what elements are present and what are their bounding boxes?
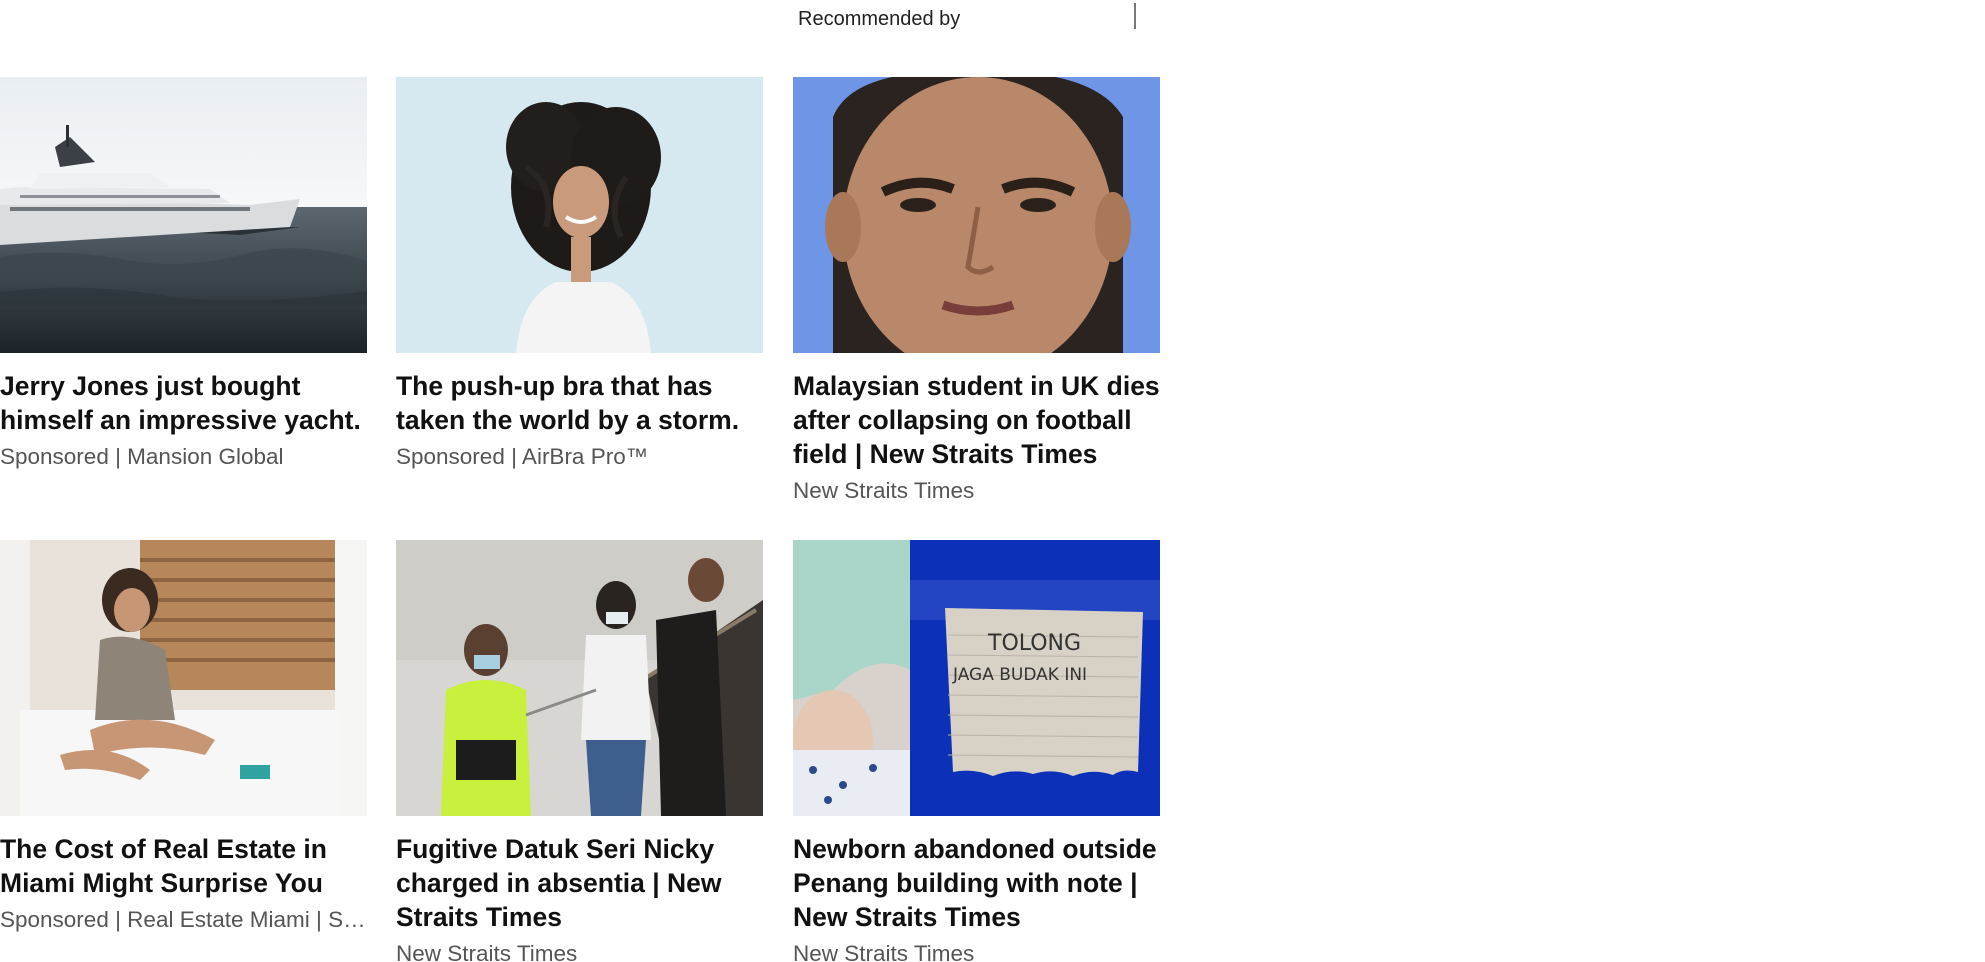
woman-on-bed-photo[interactable] bbox=[0, 540, 367, 816]
card-source: New Straits Times bbox=[396, 941, 578, 962]
card-headline[interactable]: Fugitive Datuk Seri Nicky charged in abs… bbox=[396, 832, 763, 934]
recommendation-card-fugitive[interactable]: Fugitive Datuk Seri Nicky charged in abs… bbox=[396, 540, 763, 962]
header-divider bbox=[1134, 3, 1136, 29]
police-escort-photo[interactable] bbox=[396, 540, 763, 816]
recommendation-card-newborn[interactable]: TOLONG JAGA BUDAK INI Newborn abandoned … bbox=[793, 540, 1160, 962]
recommendation-card-bra[interactable]: The push-up bra that has taken the world… bbox=[396, 77, 763, 472]
man-portrait-photo[interactable] bbox=[793, 77, 1160, 353]
recommended-by-label: Recommended by bbox=[798, 8, 961, 30]
woman-curly-hair-photo[interactable] bbox=[396, 77, 763, 353]
recommendation-card-yacht[interactable]: Jerry Jones just bought himself an impre… bbox=[0, 77, 367, 472]
baby-and-note-photo[interactable]: TOLONG JAGA BUDAK INI bbox=[793, 540, 1160, 816]
card-headline[interactable]: The Cost of Real Estate in Miami Might S… bbox=[0, 832, 367, 900]
card-source: New Straits Times bbox=[793, 478, 975, 503]
recommendation-card-real-estate[interactable]: The Cost of Real Estate in Miami Might S… bbox=[0, 540, 367, 935]
card-headline[interactable]: The push-up bra that has taken the world… bbox=[396, 369, 763, 437]
card-headline[interactable]: Newborn abandoned outside Penang buildin… bbox=[793, 832, 1160, 934]
card-headline[interactable]: Jerry Jones just bought himself an impre… bbox=[0, 369, 367, 437]
recommendation-card-student[interactable]: Malaysian student in UK dies after colla… bbox=[793, 77, 1160, 506]
card-source: Sponsored | Mansion Global bbox=[0, 444, 284, 469]
card-source: New Straits Times bbox=[793, 941, 975, 962]
note-text-line2: JAGA BUDAK INI bbox=[952, 665, 1087, 685]
note-text-line1: TOLONG bbox=[987, 631, 1081, 656]
card-source: Sponsored | Real Estate Miami | Search A… bbox=[0, 907, 367, 932]
card-headline[interactable]: Malaysian student in UK dies after colla… bbox=[793, 369, 1160, 471]
card-source: Sponsored | AirBra Pro™ bbox=[396, 444, 649, 469]
yacht-photo[interactable] bbox=[0, 77, 367, 353]
